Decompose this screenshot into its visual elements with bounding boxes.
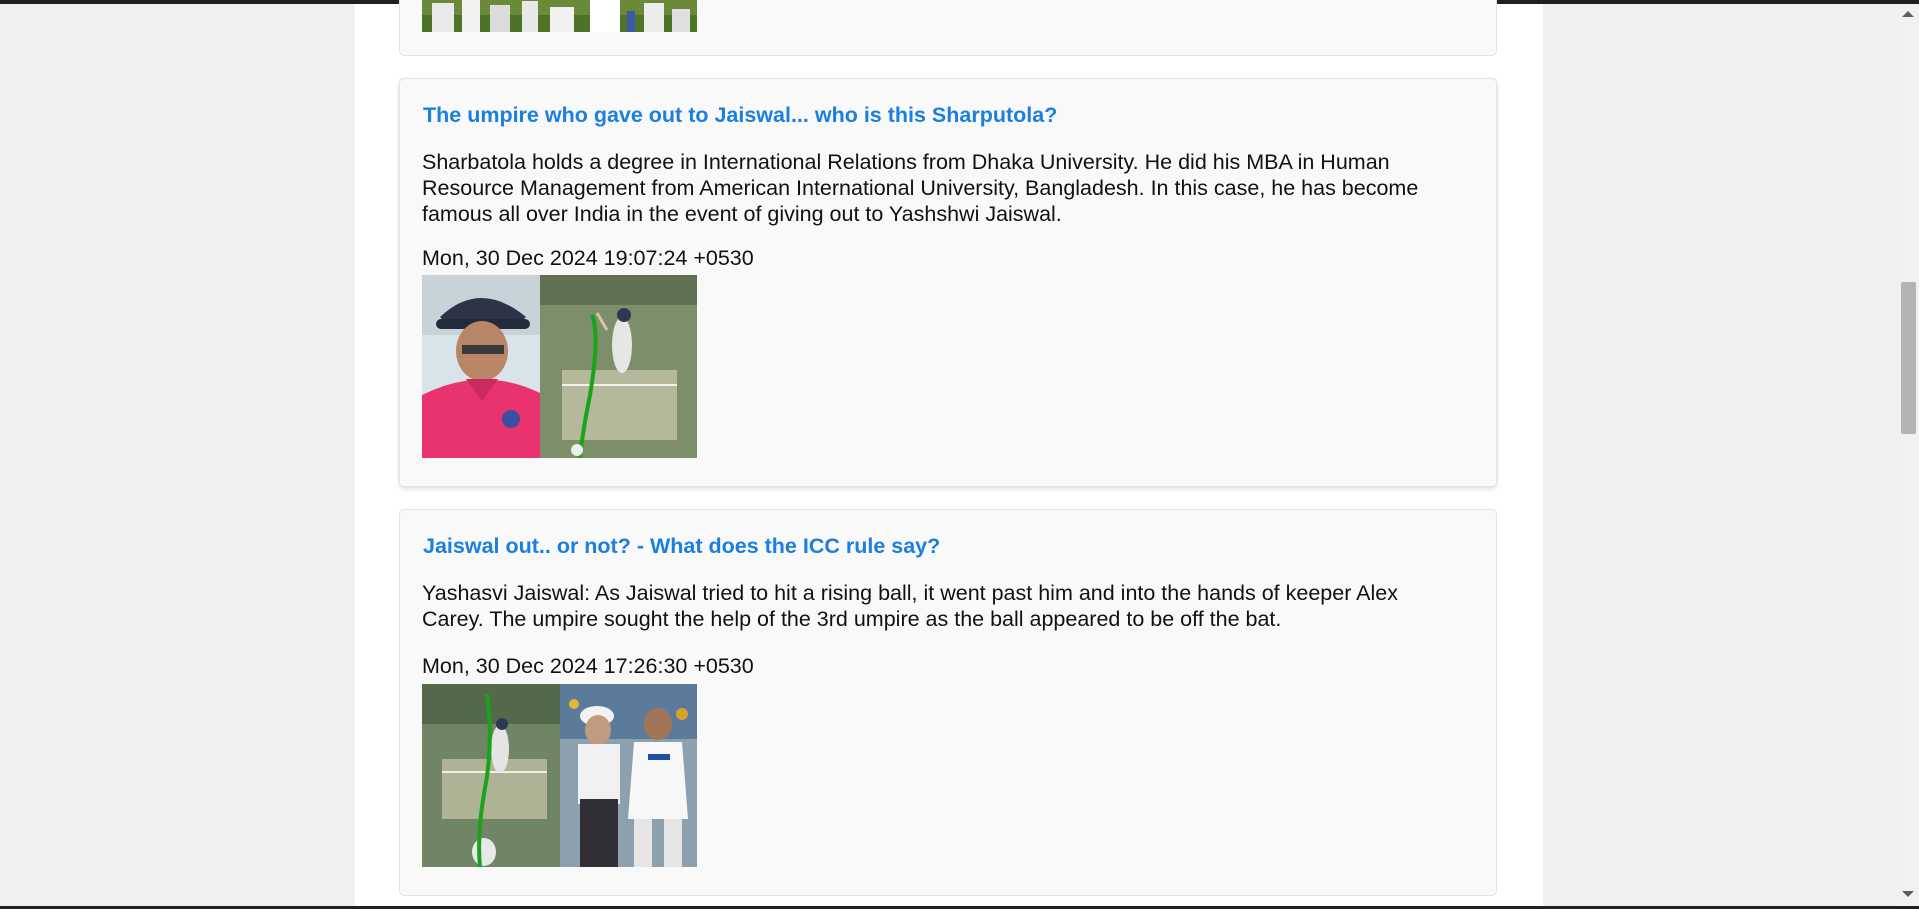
news-feed-container: The umpire who gave out to Jaiswal... wh… (355, 0, 1543, 906)
scroll-down-arrow-icon[interactable] (1902, 891, 1914, 897)
article-description: Sharbatola holds a degree in Internation… (422, 150, 1419, 226)
article-date: Mon, 30 Dec 2024 17:26:30 +0530 (422, 654, 754, 678)
news-card: The umpire who gave out to Jaiswal... wh… (399, 78, 1497, 487)
article-title-link[interactable]: The umpire who gave out to Jaiswal... wh… (423, 103, 1057, 128)
scrollbar-thumb[interactable] (1901, 282, 1916, 434)
article-image[interactable] (422, 0, 697, 32)
news-card-partial (399, 0, 1497, 56)
news-card: Jaiswal out.. or not? - What does the IC… (399, 509, 1497, 896)
article-image[interactable] (422, 275, 697, 458)
article-image[interactable] (422, 684, 697, 867)
article-date: Mon, 30 Dec 2024 19:07:24 +0530 (422, 246, 754, 270)
scroll-up-arrow-icon[interactable] (1902, 11, 1914, 17)
vertical-scrollbar[interactable] (1898, 4, 1919, 906)
article-title-link[interactable]: Jaiswal out.. or not? - What does the IC… (423, 534, 940, 559)
article-description: Yashasvi Jaiswal: As Jaiswal tried to hi… (422, 581, 1398, 631)
